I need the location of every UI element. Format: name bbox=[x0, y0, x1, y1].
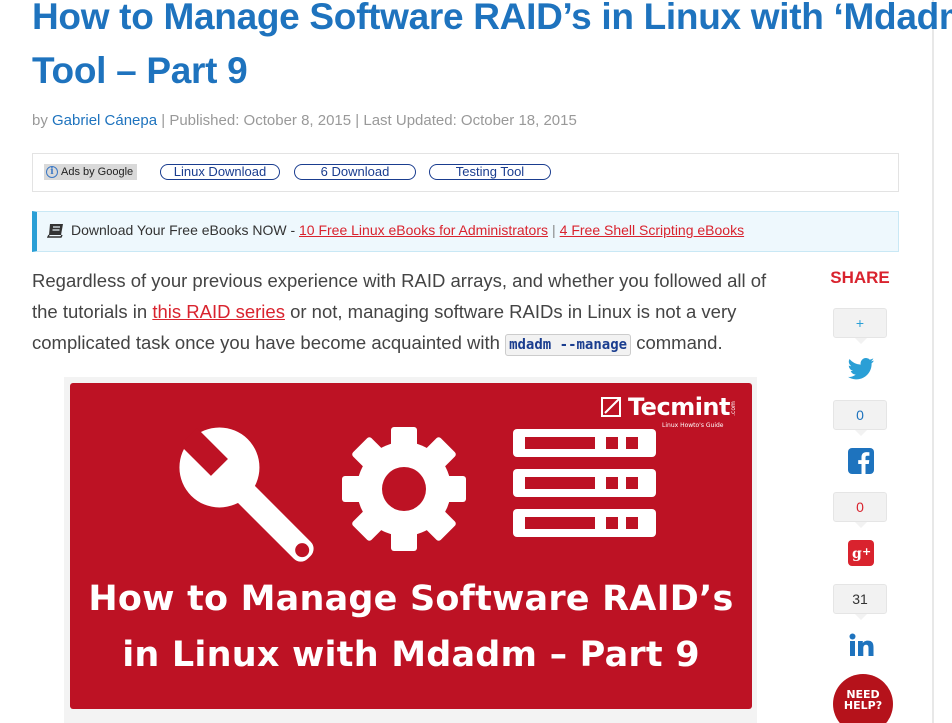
brand-tagline: Linux Howto's Guide bbox=[662, 422, 724, 429]
title-line-1: How to Manage Software RAID’s in Linux w… bbox=[32, 0, 952, 37]
linkedin-icon[interactable] bbox=[846, 630, 876, 660]
twitter-icon[interactable] bbox=[846, 354, 876, 384]
hero-headline-2: in Linux with Mdadm – Part 9 bbox=[122, 635, 700, 675]
ad-link-linux-download[interactable]: Linux Download bbox=[160, 164, 280, 180]
need-help-button[interactable]: NEED HELP? bbox=[833, 674, 893, 723]
svg-text:+: + bbox=[862, 545, 871, 558]
server-stack-icon bbox=[513, 429, 656, 537]
book-icon bbox=[47, 223, 63, 238]
ebook-link-linux[interactable]: 10 Free Linux eBooks for Administrators bbox=[299, 222, 548, 238]
featured-image[interactable]: Tecmint Linux Howto's Guide .com How to … bbox=[70, 383, 752, 709]
google-plus-icon[interactable]: g + bbox=[846, 538, 876, 568]
raid-series-link[interactable]: this RAID series bbox=[152, 301, 285, 322]
twitter-share-count: + bbox=[833, 308, 887, 344]
page-scrollbar-track[interactable] bbox=[932, 0, 934, 723]
ebook-link-shell[interactable]: 4 Free Shell Scripting eBooks bbox=[560, 222, 744, 238]
ad-link-6-download[interactable]: 6 Download bbox=[294, 164, 416, 180]
facebook-share-count: 0 bbox=[833, 400, 887, 436]
linkedin-share-count: 31 bbox=[833, 584, 887, 620]
gear-icon bbox=[342, 427, 466, 551]
ebook-separator: | bbox=[552, 222, 556, 238]
tecmint-logo-mark bbox=[601, 397, 621, 417]
intro-paragraph: Regardless of your previous experience w… bbox=[32, 265, 772, 361]
ebook-lead-text: Download Your Free eBooks NOW - bbox=[71, 222, 296, 238]
ads-by-google-badge[interactable]: i Ads by Google bbox=[44, 164, 138, 180]
page-title: How to Manage Software RAID’s in Linux w… bbox=[32, 0, 952, 98]
byline: by Gabriel Cánepa | Published: October 8… bbox=[32, 112, 577, 129]
ebook-promo-bar: Download Your Free eBooks NOW - 10 Free … bbox=[32, 211, 899, 252]
brand-domain: .com bbox=[729, 401, 737, 416]
wrench-icon bbox=[179, 427, 314, 562]
publish-dates: | Published: October 8, 2015 | Last Upda… bbox=[161, 112, 577, 129]
byline-prefix: by bbox=[32, 112, 48, 129]
author-link[interactable]: Gabriel Cánepa bbox=[52, 112, 157, 129]
ads-bar: i Ads by Google Linux Download 6 Downloa… bbox=[32, 153, 899, 192]
info-icon: i bbox=[46, 166, 58, 178]
intro-text-3: command. bbox=[636, 332, 723, 353]
help-line-2: HELP? bbox=[843, 699, 883, 712]
featured-image-frame: Tecmint Linux Howto's Guide .com How to … bbox=[64, 377, 757, 723]
googleplus-share-count: 0 bbox=[833, 492, 887, 528]
inline-code: mdadm --manage bbox=[505, 334, 632, 356]
ads-badge-label: Ads by Google bbox=[61, 166, 134, 178]
brand-name: Tecmint bbox=[628, 393, 730, 421]
title-line-2: Tool – Part 9 bbox=[32, 50, 248, 91]
facebook-icon[interactable] bbox=[846, 446, 876, 476]
hero-headline-1: How to Manage Software RAID’s bbox=[88, 579, 734, 619]
ad-link-testing-tool[interactable]: Testing Tool bbox=[429, 164, 551, 180]
svg-text:g: g bbox=[852, 546, 862, 562]
article-page: How to Manage Software RAID’s in Linux w… bbox=[0, 0, 952, 723]
share-sidebar: SHARE + 0 0 g + 31 NEED HELP? bbox=[822, 268, 898, 723]
share-title: SHARE bbox=[830, 268, 890, 287]
